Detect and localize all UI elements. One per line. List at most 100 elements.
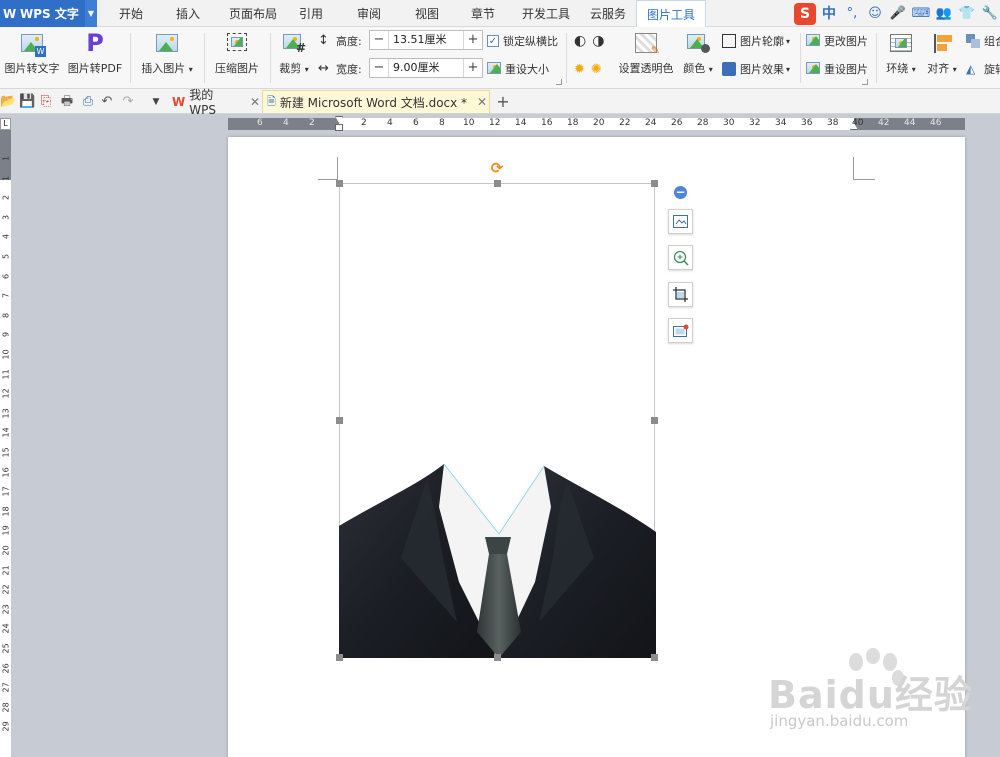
close-icon[interactable]: ✕ bbox=[477, 95, 487, 109]
emoji-icon[interactable]: ☺ bbox=[865, 4, 885, 24]
chevron-down-icon[interactable]: ▼ bbox=[85, 0, 97, 27]
color-button[interactable]: 颜色 ▾ bbox=[680, 31, 716, 76]
height-decrease-button[interactable]: − bbox=[370, 31, 388, 49]
save-icon[interactable]: 💾 bbox=[19, 94, 35, 110]
reset-picture-button[interactable]: 重设图片 bbox=[806, 60, 868, 78]
contrast-increase-icon[interactable]: ◐ bbox=[574, 33, 586, 49]
chevron-down-icon[interactable]: ▾ bbox=[912, 65, 916, 74]
ribbon-separator bbox=[204, 33, 205, 83]
tab-chapter[interactable]: 章节 bbox=[460, 0, 506, 27]
shirt-icon[interactable]: 👕 bbox=[957, 4, 977, 24]
tab-view[interactable]: 视图 bbox=[404, 0, 450, 27]
microphone-icon[interactable]: 🎤 bbox=[888, 4, 908, 24]
width-increase-button[interactable]: + bbox=[464, 59, 482, 77]
dialog-launcher-icon[interactable] bbox=[556, 79, 562, 85]
tab-home[interactable]: 开始 bbox=[108, 0, 154, 27]
tab-developer[interactable]: 开发工具 bbox=[514, 0, 578, 27]
width-spinner[interactable]: − 9.00厘米 + bbox=[369, 58, 483, 78]
ruler-tick: 11 bbox=[1, 368, 11, 380]
left-indent-marker[interactable] bbox=[335, 124, 343, 131]
doc-tab-current-document[interactable]: 🗎 新建 Microsoft Word 文档.docx * ✕ bbox=[262, 90, 490, 113]
ime-mode[interactable]: 中 bbox=[819, 4, 839, 24]
app-menu-button[interactable]: W WPS 文字 ▼ bbox=[0, 0, 97, 27]
height-spinner[interactable]: − 13.51厘米 + bbox=[369, 30, 483, 50]
crop-icon: # bbox=[282, 31, 306, 55]
pic-to-pdf-button[interactable]: P 图片转PDF bbox=[66, 31, 124, 76]
rotate-button[interactable]: ◭ 旋转 bbox=[966, 60, 1000, 78]
doc-tab-my-wps[interactable]: W 我的WPS ✕ bbox=[168, 88, 260, 117]
sogou-logo-icon[interactable]: S bbox=[794, 2, 816, 25]
undo-icon[interactable]: ↶ bbox=[99, 94, 115, 110]
chevron-down-icon[interactable]: ▾ bbox=[786, 37, 790, 46]
tab-references[interactable]: 引用 bbox=[288, 0, 334, 27]
dialog-launcher-icon[interactable] bbox=[862, 79, 868, 85]
resize-handle-bottom-left[interactable] bbox=[336, 654, 343, 661]
users-icon[interactable]: 👥 bbox=[934, 4, 954, 24]
brightness-buttons[interactable]: ✹ ✺ bbox=[574, 60, 602, 78]
export-pdf-icon[interactable]: ⎘ bbox=[38, 94, 54, 110]
brightness-increase-icon[interactable]: ✹ bbox=[574, 62, 585, 77]
tab-picture-tools[interactable]: 图片工具 bbox=[636, 0, 706, 28]
crop-button[interactable]: # 裁剪 ▾ bbox=[274, 31, 314, 76]
align-button[interactable]: 对齐 ▾ bbox=[923, 31, 961, 76]
picture-effect-button[interactable]: 图片效果 ▾ bbox=[722, 60, 790, 78]
print-preview-icon[interactable]: ⎙ bbox=[80, 94, 96, 110]
brightness-decrease-icon[interactable]: ✺ bbox=[591, 62, 602, 77]
open-folder-icon[interactable]: 📂 bbox=[0, 94, 16, 110]
tab-page-layout[interactable]: 页面布局 bbox=[221, 0, 285, 27]
contrast-decrease-icon[interactable]: ◑ bbox=[592, 33, 604, 49]
group-icon bbox=[966, 34, 980, 48]
preview-picture-button[interactable] bbox=[668, 245, 693, 270]
chevron-down-icon[interactable]: ▾ bbox=[305, 65, 309, 74]
resize-handle-top[interactable] bbox=[494, 180, 501, 187]
height-value[interactable]: 13.51厘米 bbox=[388, 31, 464, 49]
keyboard-icon[interactable]: ⌨ bbox=[911, 4, 931, 24]
resize-handle-bottom[interactable] bbox=[494, 654, 501, 661]
contrast-buttons[interactable]: ◐ ◑ bbox=[574, 32, 604, 50]
new-tab-plus-icon[interactable]: + bbox=[495, 94, 511, 110]
picture-effects-button[interactable] bbox=[668, 318, 693, 343]
collapse-toolbar-icon[interactable]: − bbox=[674, 186, 687, 199]
resize-handle-left[interactable] bbox=[336, 417, 343, 424]
chevron-down-icon[interactable]: ▾ bbox=[189, 65, 193, 74]
punctuation-icon[interactable]: °, bbox=[842, 4, 862, 24]
tab-review[interactable]: 审阅 bbox=[346, 0, 392, 27]
resize-handle-bottom-right[interactable] bbox=[651, 654, 658, 661]
group-button[interactable]: 组合 bbox=[966, 32, 1000, 50]
chevron-down-icon[interactable]: ▾ bbox=[953, 65, 957, 74]
set-transparent-button[interactable]: ✎ 设置透明色 bbox=[614, 31, 678, 76]
resize-handle-top-left[interactable] bbox=[336, 180, 343, 187]
chevron-down-icon[interactable]: ▾ bbox=[786, 65, 790, 74]
wrench-icon[interactable]: 🔧 bbox=[980, 4, 1000, 24]
width-decrease-button[interactable]: − bbox=[370, 59, 388, 77]
lock-ratio-checkbox[interactable]: ✓ 锁定纵横比 bbox=[487, 32, 558, 50]
tab-insert[interactable]: 插入 bbox=[165, 0, 211, 27]
tab-cloud-service[interactable]: 云服务 bbox=[582, 0, 634, 27]
redo-icon[interactable]: ↷ bbox=[120, 94, 136, 110]
crop-picture-button[interactable] bbox=[668, 282, 693, 307]
width-value[interactable]: 9.00厘米 bbox=[388, 59, 464, 77]
rotate-handle-icon[interactable]: ⟳ bbox=[489, 160, 505, 176]
reset-size-button[interactable]: 重设大小 bbox=[487, 60, 549, 78]
print-icon[interactable]: 🖶 bbox=[59, 94, 75, 110]
suit-picture[interactable] bbox=[339, 462, 656, 658]
chevron-down-icon[interactable]: ▾ bbox=[709, 65, 713, 74]
customize-dropdown-icon[interactable]: ▼ bbox=[148, 94, 164, 110]
horizontal-ruler[interactable]: 6 4 2 2 4 6 8 10 12 14 16 18 20 22 24 26… bbox=[228, 116, 965, 131]
ribbon-separator bbox=[800, 33, 801, 83]
pic-to-text-button[interactable]: W 图片转文字 bbox=[4, 31, 60, 76]
height-increase-button[interactable]: + bbox=[464, 31, 482, 49]
change-picture-button[interactable]: 更改图片 bbox=[806, 32, 868, 50]
picture-outline-button[interactable]: 图片轮廓 ▾ bbox=[722, 32, 790, 50]
layout-options-button[interactable] bbox=[668, 209, 693, 234]
resize-handle-top-right[interactable] bbox=[651, 180, 658, 187]
compress-picture-button[interactable]: 压缩图片 bbox=[210, 31, 264, 76]
width-label-row: ↔ 宽度: bbox=[318, 60, 362, 78]
checkbox-checked-icon[interactable]: ✓ bbox=[487, 35, 499, 47]
insert-picture-button[interactable]: 插入图片 ▾ bbox=[138, 31, 196, 76]
tab-stop-selector[interactable]: L bbox=[0, 118, 11, 130]
resize-handle-right[interactable] bbox=[651, 417, 658, 424]
wrap-button[interactable]: 环绕 ▾ bbox=[882, 31, 920, 76]
vertical-ruler[interactable]: 1 1 2 3 4 5 6 7 8 9 10 11 12 13 14 15 16 17 18 19 20 21 22 23 24… bbox=[0, 130, 11, 757]
close-icon[interactable]: ✕ bbox=[250, 95, 260, 109]
